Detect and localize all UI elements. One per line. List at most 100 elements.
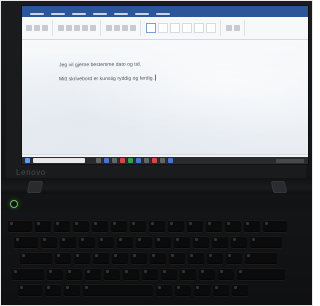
keyboard-key[interactable]	[199, 268, 215, 280]
keyboard-key[interactable]	[213, 284, 229, 296]
style-subtitle[interactable]	[206, 23, 216, 33]
align-left-button[interactable]	[122, 25, 128, 31]
keyboard-key[interactable]	[98, 236, 114, 248]
keyboard-key[interactable]	[14, 236, 38, 248]
keyboard-key[interactable]	[232, 284, 248, 296]
keyboard-key[interactable]	[54, 220, 70, 232]
keyboard-key[interactable]	[142, 268, 158, 280]
keyboard-key[interactable]	[174, 236, 190, 248]
align-center-button[interactable]	[130, 25, 136, 31]
keyboard-key[interactable]	[55, 252, 71, 264]
keyboard-key[interactable]	[161, 268, 177, 280]
bullets-button[interactable]	[106, 25, 112, 31]
keyboard-key[interactable]	[18, 284, 42, 296]
task-view-icon[interactable]	[96, 158, 101, 163]
style-normal[interactable]	[146, 23, 156, 33]
app-icon[interactable]	[168, 158, 173, 163]
keyboard-key[interactable]	[41, 236, 57, 248]
keyboard-key[interactable]	[207, 252, 223, 264]
start-button[interactable]	[25, 158, 30, 163]
ribbon-tab[interactable]	[72, 13, 86, 15]
keyboard-key[interactable]	[112, 252, 128, 264]
style-title[interactable]	[194, 23, 204, 33]
app-icon[interactable]	[120, 158, 125, 163]
style-heading-2[interactable]	[182, 23, 192, 33]
keyboard-key[interactable]	[175, 284, 191, 296]
taskbar-search-box[interactable]	[33, 158, 85, 163]
font-size-select[interactable]	[66, 25, 72, 31]
keyboard-key[interactable]	[245, 252, 277, 264]
keyboard-key[interactable]	[150, 252, 166, 264]
system-tray[interactable]	[276, 158, 304, 163]
keyboard-key[interactable]	[12, 268, 44, 280]
ribbon-tab[interactable]	[135, 13, 149, 15]
keyboard-key[interactable]	[60, 236, 76, 248]
keyboard-key[interactable]	[8, 220, 32, 232]
keyboard-key[interactable]	[206, 220, 222, 232]
replace-button[interactable]	[234, 25, 240, 31]
font-family-select[interactable]	[58, 25, 64, 31]
keyboard-key[interactable]	[117, 236, 133, 248]
keyboard-key[interactable]	[180, 268, 196, 280]
italic-button[interactable]	[82, 25, 88, 31]
find-button[interactable]	[226, 25, 232, 31]
keyboard-key[interactable]	[136, 236, 152, 248]
cut-button[interactable]	[34, 25, 40, 31]
keyboard-key[interactable]	[231, 236, 247, 248]
keyboard-key[interactable]	[130, 220, 146, 232]
style-heading-1[interactable]	[170, 23, 180, 33]
keyboard-key[interactable]	[73, 220, 89, 232]
app-icon[interactable]	[144, 158, 149, 163]
document-page[interactable]: Jeg vil gjerne bestemme dato og tid. Mit…	[22, 40, 308, 154]
app-icon[interactable]	[128, 158, 133, 163]
keyboard-key[interactable]	[35, 220, 51, 232]
keyboard-key[interactable]	[45, 284, 61, 296]
underline-button[interactable]	[90, 25, 96, 31]
keyboard-key[interactable]	[92, 220, 108, 232]
keyboard-key[interactable]	[131, 252, 147, 264]
keyboard-key[interactable]	[111, 220, 127, 232]
keyboard-key[interactable]	[64, 284, 80, 296]
word-icon[interactable]	[136, 158, 141, 163]
bold-button[interactable]	[74, 25, 80, 31]
copy-button[interactable]	[42, 25, 48, 31]
keyboard-key[interactable]	[66, 268, 82, 280]
app-icon[interactable]	[160, 158, 165, 163]
keyboard-key[interactable]	[155, 236, 171, 248]
keyboard-key[interactable]	[104, 268, 120, 280]
keyboard-key[interactable]	[225, 220, 241, 232]
ribbon-tab[interactable]	[51, 13, 65, 15]
keyboard-key[interactable]	[188, 252, 204, 264]
keyboard-key[interactable]	[187, 220, 203, 232]
keyboard-key[interactable]	[237, 268, 285, 280]
paste-button[interactable]	[26, 25, 32, 31]
keyboard-key[interactable]	[212, 236, 228, 248]
keyboard-key[interactable]	[79, 236, 95, 248]
numbering-button[interactable]	[114, 25, 120, 31]
file-explorer-icon[interactable]	[112, 158, 117, 163]
keyboard-key[interactable]	[263, 220, 287, 232]
keyboard-key[interactable]	[193, 236, 209, 248]
keyboard-key[interactable]	[194, 284, 210, 296]
ribbon-tab[interactable]	[93, 13, 107, 15]
ribbon-tab[interactable]	[30, 13, 44, 15]
keyboard-key[interactable]	[218, 268, 234, 280]
keyboard-key[interactable]	[244, 220, 260, 232]
ribbon-tab[interactable]	[156, 13, 170, 15]
keyboard-key[interactable]	[168, 220, 184, 232]
keyboard-key[interactable]	[169, 252, 185, 264]
keyboard-key[interactable]	[74, 252, 90, 264]
ribbon-tab[interactable]	[114, 13, 128, 15]
keyboard-key[interactable]	[85, 268, 101, 280]
keyboard-key[interactable]	[93, 252, 109, 264]
app-icon[interactable]	[152, 158, 157, 163]
keyboard-key[interactable]	[250, 236, 282, 248]
edge-icon[interactable]	[104, 158, 109, 163]
keyboard-key[interactable]	[226, 252, 242, 264]
keyboard-key[interactable]	[123, 268, 139, 280]
spacebar[interactable]	[83, 284, 153, 296]
style-no-spacing[interactable]	[158, 23, 168, 33]
keyboard-key[interactable]	[47, 268, 63, 280]
keyboard-key[interactable]	[156, 284, 172, 296]
keyboard-key[interactable]	[149, 220, 165, 232]
